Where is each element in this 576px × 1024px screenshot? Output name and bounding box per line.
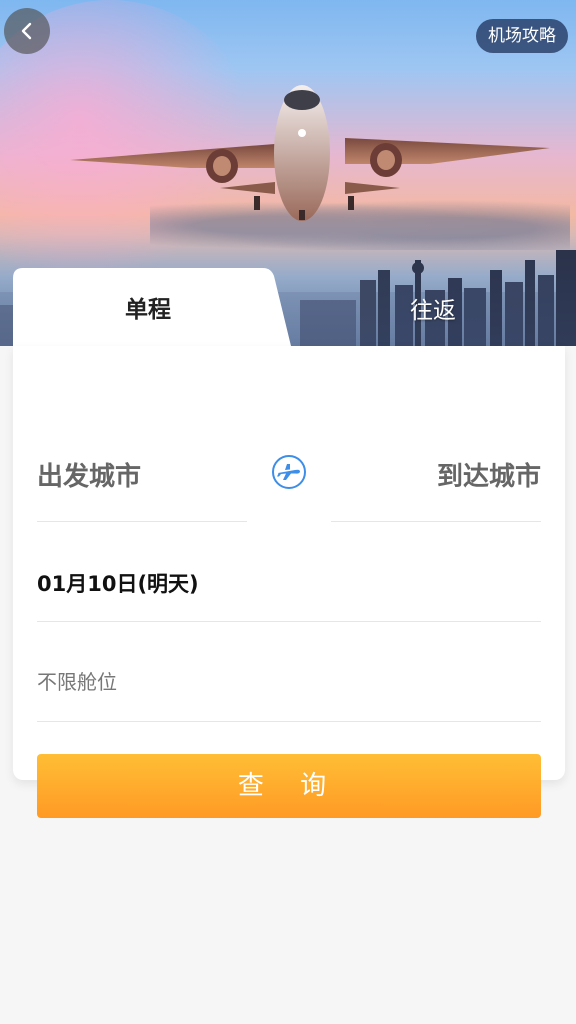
flight-search-card: 单程 往返 出发城市 到达城市 01月10日(明天) 不限舱位 查 询 — [13, 268, 565, 818]
from-city-field[interactable]: 出发城市 — [37, 456, 141, 493]
date-divider — [37, 621, 541, 622]
airplane-image — [70, 85, 550, 221]
departure-date-field[interactable]: 01月10日(明天) — [37, 568, 199, 598]
tab-round-trip[interactable]: 往返 — [343, 268, 523, 346]
back-button[interactable] — [4, 8, 50, 54]
tab-one-way[interactable]: 单程 — [13, 268, 291, 346]
cabin-class-field[interactable]: 不限舱位 — [37, 666, 117, 695]
plane-swap-icon[interactable] — [271, 454, 307, 490]
from-city-underline — [37, 521, 247, 522]
tab-one-way-label: 单程 — [125, 297, 171, 323]
to-city-underline — [331, 521, 541, 522]
card-body: 出发城市 到达城市 01月10日(明天) 不限舱位 查 询 — [13, 346, 565, 818]
cabin-divider — [37, 721, 541, 722]
to-city-field[interactable]: 到达城市 — [437, 456, 541, 493]
chevron-left-icon — [21, 22, 32, 40]
airport-guide-button[interactable]: 机场攻略 — [476, 19, 568, 53]
search-button[interactable]: 查 询 — [37, 754, 541, 818]
